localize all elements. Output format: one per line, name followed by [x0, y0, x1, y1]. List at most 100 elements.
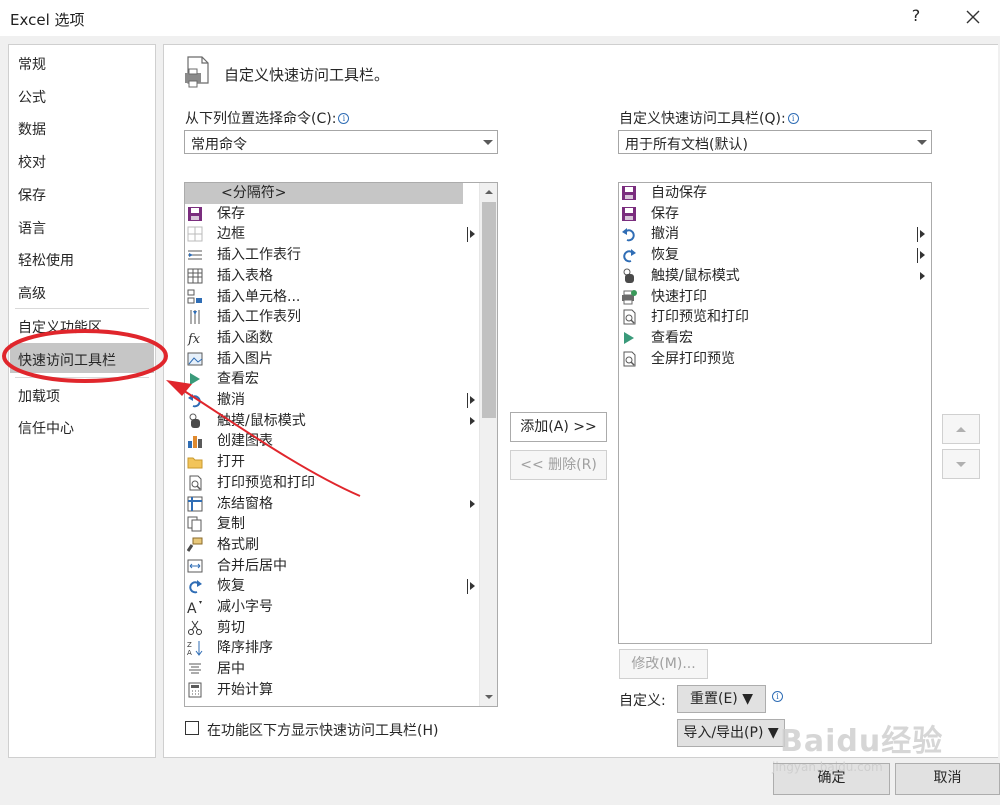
list-item[interactable]: 恢复	[185, 576, 481, 597]
list-item[interactable]: 保存	[185, 204, 481, 225]
help-button[interactable]: ?	[906, 6, 926, 30]
move-down-button[interactable]	[942, 449, 980, 479]
list-item-label: 减小字号	[217, 599, 273, 615]
nav-item-quick-access-toolbar[interactable]: 快速访问工具栏	[18, 350, 116, 370]
nav-item-trust-center[interactable]: 信任中心	[18, 418, 74, 438]
close-button[interactable]	[958, 4, 988, 32]
list-item[interactable]: fx 插入函数	[185, 328, 481, 349]
nav-item-customize-ribbon[interactable]: 自定义功能区	[18, 317, 102, 337]
list-item[interactable]: 打印预览和打印	[619, 307, 931, 328]
list-item[interactable]: 查看宏	[619, 328, 931, 349]
list-item[interactable]: 恢复	[619, 245, 931, 266]
list-item[interactable]: 合并后居中	[185, 556, 481, 577]
nav-item-data[interactable]: 数据	[18, 119, 46, 139]
list-item[interactable]: 撤消	[619, 224, 931, 245]
nav-item-language[interactable]: 语言	[18, 218, 46, 238]
macro-icon	[624, 331, 634, 344]
align-center-icon	[189, 663, 201, 674]
list-item[interactable]: 保存	[619, 204, 931, 225]
list-item-label: 触摸/鼠标模式	[217, 412, 306, 429]
list-item[interactable]: 居中	[185, 659, 481, 680]
list-item[interactable]: 开始计算	[185, 680, 481, 701]
customize-toolbar-value: 用于所有文档(默认)	[625, 137, 748, 153]
undo-icon	[622, 228, 635, 242]
list-item-label: 触摸/鼠标模式	[651, 267, 740, 284]
list-item[interactable]: 快速打印	[619, 287, 931, 308]
nav-item-accessibility[interactable]: 轻松使用	[18, 250, 74, 270]
list-item[interactable]: Z A 降序排序	[185, 638, 481, 659]
submenu-arrow-icon	[920, 271, 925, 280]
list-item[interactable]: 自动保存	[619, 183, 931, 204]
print-preview-icon	[623, 309, 636, 325]
list-item-label: 恢复	[651, 247, 679, 264]
save-icon	[188, 206, 202, 221]
cancel-button[interactable]: 取消	[895, 763, 1000, 795]
remove-button[interactable]: << 删除(R)	[510, 450, 607, 480]
list-item[interactable]: 插入工作表列	[185, 307, 481, 328]
nav-item-general[interactable]: 常规	[18, 54, 46, 74]
show-below-ribbon-checkbox[interactable]	[185, 721, 199, 735]
import-export-button[interactable]: 导入/导出(P) ▼	[677, 719, 785, 747]
list-item[interactable]: 打开	[185, 452, 481, 473]
list-item[interactable]: 插入单元格...	[185, 287, 481, 308]
list-item[interactable]: 创建图表	[185, 431, 481, 452]
nav-item-add-ins[interactable]: 加载项	[18, 386, 60, 406]
list-item-label: 打印预览和打印	[217, 474, 315, 491]
add-button[interactable]: 添加(A) >>	[510, 412, 607, 442]
list-item[interactable]: <分隔符>	[185, 183, 463, 204]
split-arrow-icon	[917, 248, 926, 264]
move-up-icon	[956, 427, 966, 432]
scissors-icon	[188, 620, 202, 635]
list-item[interactable]: 插入表格	[185, 266, 481, 287]
customize-toolbar-label: 自定义快速访问工具栏(Q): i	[619, 108, 799, 128]
list-item[interactable]: 边框	[185, 224, 481, 245]
list-item[interactable]: 插入图片	[185, 349, 481, 370]
list-item[interactable]: A 减小字号	[185, 597, 481, 618]
nav-item-formulas[interactable]: 公式	[18, 87, 46, 107]
list-item-label: <分隔符>	[221, 185, 287, 201]
customize-toolbar-dropdown[interactable]: 用于所有文档(默认)	[618, 130, 932, 154]
list-item-label: 冻结窗格	[217, 495, 273, 512]
move-up-button[interactable]	[942, 414, 980, 444]
list-item[interactable]: 查看宏	[185, 369, 481, 390]
info-icon: i	[338, 113, 350, 124]
list-item[interactable]: 打印预览和打印	[185, 473, 481, 494]
decrease-font-icon: A	[187, 601, 202, 615]
list-item[interactable]: 撤消	[185, 390, 481, 411]
move-down-icon	[956, 462, 966, 467]
list-item[interactable]: 全屏打印预览	[619, 349, 931, 370]
list-item[interactable]: 剪切	[185, 618, 481, 639]
list-item-label: 边框	[217, 226, 245, 243]
toolbar-commands-list[interactable]: 自动保存 保存撤消恢复触摸/鼠标模式快速打印 打印预览和打印 查看宏全屏打印预览	[618, 182, 932, 644]
nav-item-advanced[interactable]: 高级	[18, 283, 46, 303]
available-commands-scrollbar[interactable]	[479, 183, 497, 706]
nav-item-save[interactable]: 保存	[18, 185, 46, 205]
choose-commands-dropdown[interactable]: 常用命令	[184, 130, 498, 154]
list-item[interactable]: 插入工作表行	[185, 245, 481, 266]
choose-commands-value: 常用命令	[191, 137, 247, 153]
list-item-label: 保存	[651, 205, 679, 222]
list-item[interactable]: 触摸/鼠标模式	[619, 266, 931, 287]
reset-button[interactable]: 重置(E) ▼	[677, 685, 766, 713]
list-item-label: 撤消	[217, 392, 245, 408]
nav-item-proofing[interactable]: 校对	[18, 152, 46, 172]
list-item[interactable]: 格式刷	[185, 535, 481, 556]
list-item-label: 复制	[217, 516, 245, 533]
list-item[interactable]: 触摸/鼠标模式	[185, 411, 481, 432]
modify-button[interactable]: 修改(M)...	[619, 649, 708, 679]
list-item-label: 查看宏	[651, 329, 693, 346]
list-item-label: 插入单元格...	[217, 288, 301, 305]
list-item[interactable]: 复制	[185, 514, 481, 535]
chevron-down-icon	[483, 140, 493, 145]
autosave-icon	[622, 186, 636, 200]
available-commands-list[interactable]: <分隔符> 保存 边框插入工作表行 插入表格 插入单元格... 插入工作表列 fx 插入函数插…	[184, 182, 498, 707]
scroll-thumb[interactable]	[482, 202, 496, 418]
scroll-up-button[interactable]	[481, 183, 497, 201]
list-item[interactable]: 冻结窗格	[185, 494, 481, 515]
touch-icon	[623, 268, 634, 283]
info-icon: i	[787, 113, 799, 124]
insert-cell-icon	[187, 289, 202, 303]
scroll-down-button[interactable]	[481, 688, 497, 706]
list-item-label: 插入图片	[217, 350, 273, 367]
choose-commands-label-text: 从下列位置选择命令(C):	[185, 111, 337, 127]
